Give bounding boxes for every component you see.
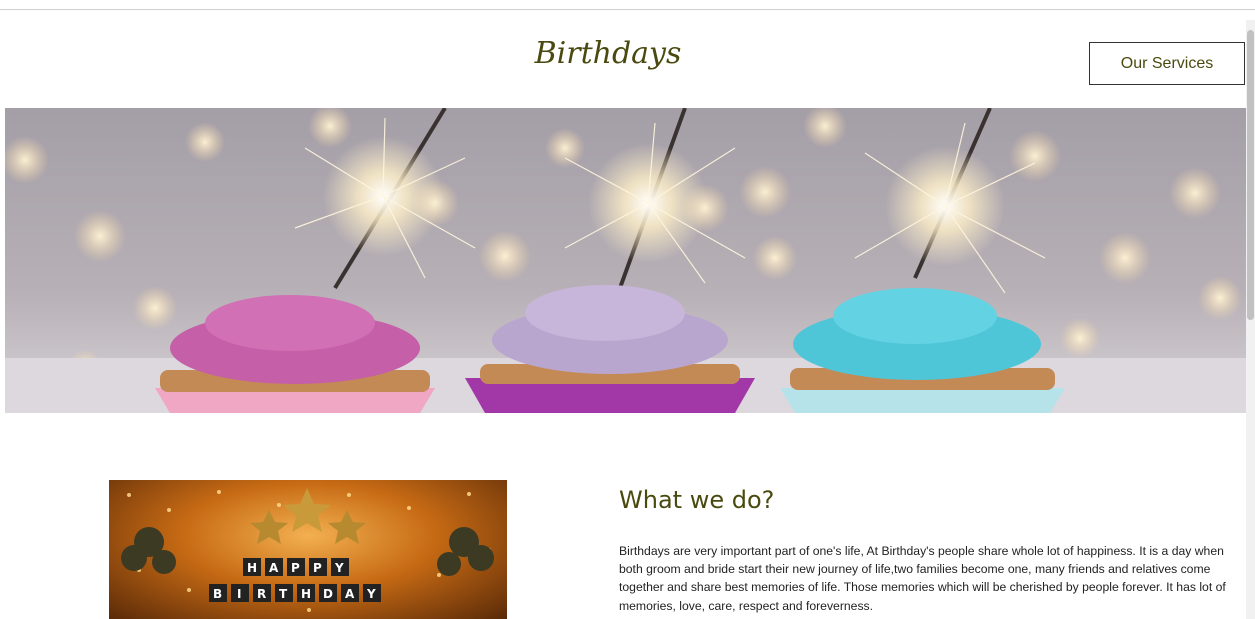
svg-text:H: H <box>301 587 311 601</box>
svg-text:T: T <box>279 587 288 601</box>
site-brand[interactable]: Birthdays <box>0 36 1216 71</box>
svg-text:Y: Y <box>334 561 344 575</box>
scrollbar-thumb[interactable] <box>1247 30 1254 320</box>
our-services-button[interactable]: Our Services <box>1089 42 1245 85</box>
svg-text:P: P <box>291 561 300 575</box>
svg-text:R: R <box>257 587 266 601</box>
section-body-text: Birthdays are very important part of one… <box>619 544 1226 613</box>
svg-text:P: P <box>313 561 322 575</box>
svg-text:B: B <box>213 587 222 601</box>
svg-text:A: A <box>345 587 355 601</box>
svg-text:A: A <box>269 561 279 575</box>
section-title: What we do? <box>619 486 775 514</box>
svg-text:I: I <box>237 587 241 601</box>
svg-text:H: H <box>247 561 257 575</box>
top-divider <box>0 9 1255 10</box>
cupcake-blue <box>780 288 1065 413</box>
cupcake-lavender <box>465 285 755 413</box>
hero-image <box>5 108 1246 413</box>
party-decoration-image: H A P P Y B I R T H D A Y <box>109 480 507 619</box>
svg-text:Y: Y <box>366 587 376 601</box>
svg-text:D: D <box>323 587 333 601</box>
cupcake-pink <box>155 295 435 413</box>
